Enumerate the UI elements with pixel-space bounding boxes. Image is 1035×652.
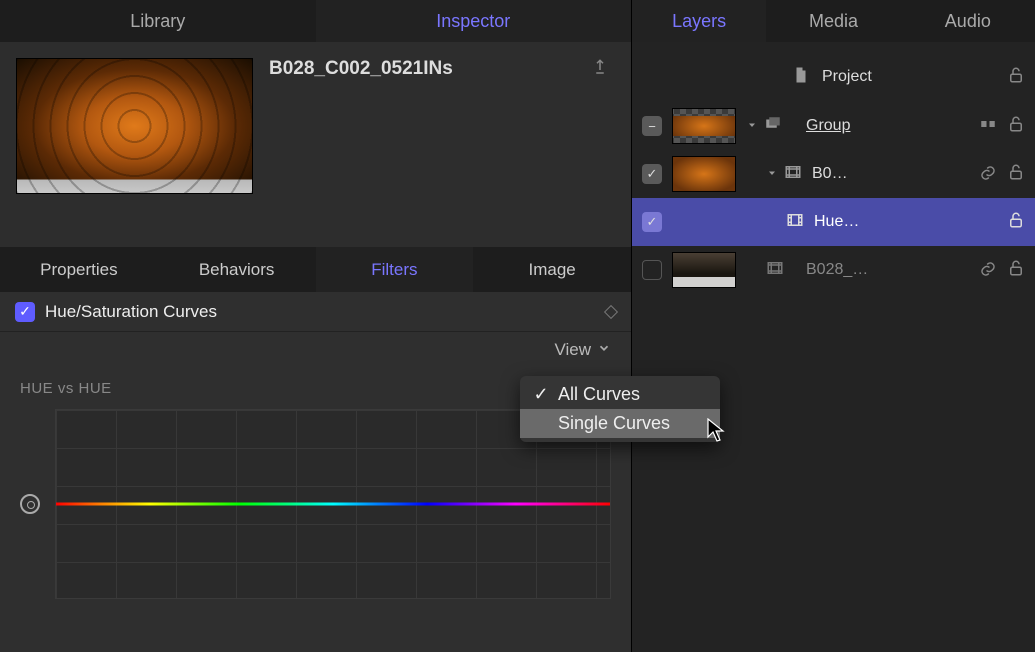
- hue-gradient-line: [56, 503, 610, 506]
- tab-inspector[interactable]: Inspector: [316, 0, 632, 42]
- view-dropdown[interactable]: View: [0, 332, 631, 368]
- tab-media[interactable]: Media: [766, 0, 900, 42]
- layer-visibility-indeterminate[interactable]: −: [642, 116, 662, 136]
- clip-title: B028_C002_0521INs: [259, 52, 579, 86]
- keyframe-diamond-icon[interactable]: [604, 304, 618, 318]
- lock-icon[interactable]: [1007, 66, 1025, 89]
- filmstrip-icon: [784, 163, 802, 185]
- pin-icon[interactable]: [579, 52, 621, 87]
- layer-row-clip[interactable]: ✓ B0…: [632, 150, 1035, 198]
- disclosure-triangle-icon[interactable]: [766, 166, 778, 183]
- group-label[interactable]: Group: [806, 117, 969, 135]
- tab-layers[interactable]: Layers: [632, 0, 766, 42]
- disclosure-triangle-icon[interactable]: [746, 118, 758, 135]
- view-label: View: [554, 340, 591, 360]
- tab-properties[interactable]: Properties: [0, 247, 158, 292]
- menu-item-single-curves[interactable]: Single Curves: [520, 409, 720, 438]
- filter-header[interactable]: ✓ Hue/Saturation Curves: [0, 292, 631, 332]
- tab-image[interactable]: Image: [473, 247, 631, 292]
- menu-item-label: Single Curves: [558, 413, 670, 434]
- clip-label[interactable]: B0…: [812, 165, 969, 183]
- inspector-sub-tabs: Properties Behaviors Filters Image: [0, 247, 631, 292]
- layer-row-project[interactable]: Project: [632, 52, 1035, 102]
- tab-library[interactable]: Library: [0, 0, 316, 42]
- tab-filters[interactable]: Filters: [316, 247, 474, 292]
- pass-through-icon[interactable]: [979, 115, 997, 137]
- link-icon[interactable]: [979, 164, 997, 185]
- tab-behaviors[interactable]: Behaviors: [158, 247, 316, 292]
- layers-top-tabs: Layers Media Audio: [632, 0, 1035, 42]
- layer-visibility-checkbox[interactable]: ✓: [642, 164, 662, 184]
- clip-preview-thumbnail: [16, 58, 253, 194]
- eyedropper-button[interactable]: [20, 494, 40, 514]
- inspector-top-tabs: Library Inspector: [0, 0, 631, 42]
- layer-thumbnail: [672, 156, 736, 192]
- lock-icon[interactable]: [1007, 259, 1025, 282]
- tab-audio[interactable]: Audio: [901, 0, 1035, 42]
- filter-enable-checkbox[interactable]: ✓: [15, 302, 35, 322]
- checkmark-icon: ✓: [532, 384, 550, 405]
- filter-name-label: Hue/Saturation Curves: [45, 302, 217, 322]
- layer-row-group[interactable]: − Group: [632, 102, 1035, 150]
- lock-icon[interactable]: [1007, 211, 1025, 234]
- clip-label[interactable]: B028_…: [806, 261, 969, 279]
- filter-layer-label[interactable]: Hue…: [814, 213, 997, 231]
- layer-thumbnail: [672, 108, 736, 144]
- menu-item-all-curves[interactable]: ✓ All Curves: [520, 380, 720, 409]
- layer-row-clip-disabled[interactable]: B028_…: [632, 246, 1035, 294]
- lock-icon[interactable]: [1007, 115, 1025, 138]
- layer-visibility-checkbox[interactable]: [642, 260, 662, 280]
- layer-list: Project − Group: [632, 42, 1035, 294]
- group-icon: [764, 115, 782, 137]
- chevron-down-icon: [597, 340, 611, 360]
- link-icon[interactable]: [979, 260, 997, 281]
- layer-row-filter[interactable]: ✓ Hue…: [632, 198, 1035, 246]
- layer-thumbnail: [672, 252, 736, 288]
- project-label: Project: [822, 68, 995, 86]
- inspector-header: B028_C002_0521INs: [0, 42, 631, 247]
- layer-visibility-checkbox[interactable]: ✓: [642, 212, 662, 232]
- lock-icon[interactable]: [1007, 163, 1025, 186]
- filter-filmstrip-icon: [786, 211, 804, 233]
- filmstrip-icon: [766, 259, 784, 281]
- document-icon: [792, 66, 810, 89]
- menu-item-label: All Curves: [558, 384, 640, 405]
- view-dropdown-menu: ✓ All Curves Single Curves: [520, 376, 720, 442]
